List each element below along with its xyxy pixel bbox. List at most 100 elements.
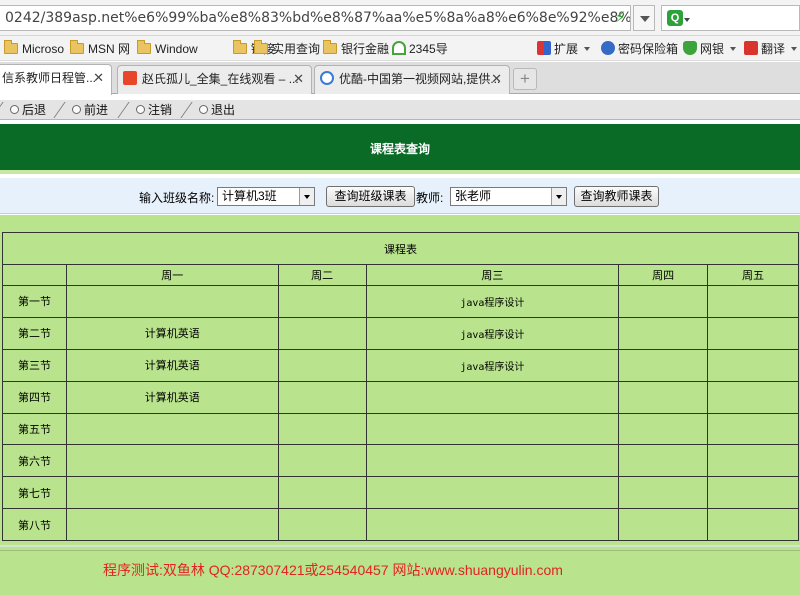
- close-icon[interactable]: ✕: [93, 65, 104, 91]
- translate-icon: [744, 41, 758, 55]
- schedule-cell: 计算机英语: [65, 316, 279, 350]
- bookmark-folder-msn[interactable]: MSN 网: [70, 40, 130, 58]
- schedule-cell: [618, 444, 709, 478]
- schedule-cell: [277, 508, 367, 542]
- schedule-cell: [707, 508, 799, 542]
- day-header: 周四: [618, 264, 709, 286]
- table-row: 第八节: [2, 508, 799, 542]
- footer-divider: [0, 545, 800, 551]
- tab-youku[interactable]: 优酷-中国第一视频网站,提供... ✕: [314, 65, 510, 94]
- search-box[interactable]: Q: [661, 5, 800, 31]
- online-banking-menu[interactable]: 网银: [683, 40, 737, 58]
- period-label: 第二节: [2, 316, 67, 350]
- schedule-cell: [65, 412, 279, 446]
- search-engine-icon[interactable]: Q: [667, 10, 683, 26]
- schedule-cell: [277, 348, 367, 382]
- schedule-cell: 计算机英语: [65, 380, 279, 414]
- schedule-cell: [65, 476, 279, 510]
- schedule-cell: [277, 412, 367, 446]
- close-icon[interactable]: ✕: [491, 66, 502, 92]
- house-icon: [392, 41, 406, 55]
- schedule-cell: [618, 476, 709, 510]
- exit-link[interactable]: 退出: [199, 102, 235, 118]
- table-row: 第三节 计算机英语 java程序设计: [2, 348, 799, 382]
- schedule-cell: [277, 444, 367, 478]
- period-label: 第八节: [2, 508, 67, 542]
- schedule-cell: [277, 380, 367, 414]
- table-row: 第七节: [2, 476, 799, 510]
- address-bar: 0242/389asp.net%e6%99%ba%e8%83%bd%e8%87%…: [0, 0, 800, 36]
- chevron-down-icon: [584, 47, 591, 51]
- schedule-cell: [65, 285, 279, 318]
- logout-link[interactable]: 注销: [136, 102, 172, 118]
- forward-link[interactable]: 前进: [72, 102, 108, 118]
- table-row: 第四节 计算机英语: [2, 380, 799, 414]
- schedule-cell: [618, 412, 709, 446]
- chevron-down-icon[interactable]: [551, 188, 566, 205]
- circle-icon: [10, 105, 19, 114]
- period-label: 第四节: [2, 380, 67, 414]
- schedule-cell: java程序设计: [365, 285, 620, 318]
- class-select[interactable]: 计算机3班: [217, 187, 315, 206]
- tab-video-soku[interactable]: 赵氏孤儿_全集_在线观看 – ... ✕: [117, 65, 312, 94]
- schedule-cell: [365, 476, 620, 510]
- page-nav-strip: 后退 前进 注销 退出: [0, 100, 800, 120]
- schedule-table: 课程表 周一 周二 周三 周四 周五 第一节 java程序设计 第二节 计算机英语 ja…: [2, 232, 799, 542]
- folder-icon: [254, 40, 268, 54]
- schedule-cell: [618, 380, 709, 414]
- back-link[interactable]: 后退: [10, 102, 46, 118]
- period-label: 第七节: [2, 476, 67, 510]
- close-icon[interactable]: ✕: [293, 66, 304, 92]
- footer-credits: 程序测试:双鱼林 QQ:287307421或254540457 网站:www.s…: [103, 562, 563, 578]
- bookmark-folder-banking[interactable]: 银行金融: [323, 40, 389, 58]
- schedule-cell: 计算机英语: [65, 348, 279, 382]
- shield-icon: [683, 41, 697, 55]
- chevron-down-icon: [730, 47, 737, 51]
- soku-favicon-icon: [123, 71, 137, 85]
- schedule-cell: [618, 348, 709, 382]
- bookmarks-bar: Microso MSN 网 Window 链接 实用查询 银行金融 2345导 …: [0, 36, 800, 61]
- query-class-schedule-button[interactable]: 查询班级课表: [326, 186, 415, 207]
- bookmark-2345[interactable]: 2345导: [392, 40, 448, 58]
- bookmark-folder-tools[interactable]: 实用查询: [254, 40, 320, 58]
- schedule-cell: [707, 348, 799, 382]
- schedule-cell: [65, 508, 279, 542]
- extensions-menu[interactable]: 扩展: [537, 40, 591, 58]
- tab-schedule-system[interactable]: 信系教师日程管... ✕: [0, 64, 112, 95]
- extensions-icon: [537, 41, 551, 55]
- folder-icon: [137, 40, 151, 54]
- tab-strip: 信系教师日程管... ✕ 赵氏孤儿_全集_在线观看 – ... ✕ 优酷-中国第…: [0, 62, 800, 95]
- corner-cell: [2, 264, 67, 286]
- teacher-select[interactable]: 张老师: [450, 187, 567, 206]
- schedule-cell: [365, 412, 620, 446]
- folder-icon: [70, 40, 84, 54]
- table-row: 第六节: [2, 444, 799, 478]
- schedule-cell: [707, 285, 799, 318]
- schedule-cell: [707, 476, 799, 510]
- url-input[interactable]: 0242/389asp.net%e6%99%ba%e8%83%bd%e8%87%…: [0, 5, 631, 31]
- translate-menu[interactable]: 翻译: [744, 40, 798, 58]
- schedule-cell: [707, 444, 799, 478]
- schedule-cell: [618, 508, 709, 542]
- query-teacher-schedule-button[interactable]: 查询教师课表: [574, 186, 659, 207]
- chevron-down-icon[interactable]: [299, 188, 314, 205]
- speed-mode-icon[interactable]: ⚡: [615, 9, 629, 27]
- folder-icon: [323, 40, 337, 54]
- schedule-cell: [618, 285, 709, 318]
- page-header: 课程表查询: [0, 124, 800, 174]
- search-engine-dropdown-icon[interactable]: [684, 18, 690, 22]
- circle-icon: [199, 105, 208, 114]
- day-header: 周二: [277, 264, 367, 286]
- folder-icon: [233, 40, 247, 54]
- password-vault-button[interactable]: 密码保险箱: [601, 40, 678, 58]
- bookmark-folder-microsoft[interactable]: Microso: [4, 40, 64, 58]
- schedule-cell: [707, 380, 799, 414]
- content-area: 课程表 周一 周二 周三 周四 周五 第一节 java程序设计 第二节 计算机英语 ja…: [0, 215, 800, 595]
- day-header: 周一: [65, 264, 279, 286]
- new-tab-button[interactable]: +: [513, 68, 537, 90]
- table-row: 第一节 java程序设计: [2, 285, 799, 318]
- bookmark-folder-windows[interactable]: Window: [137, 40, 198, 58]
- url-history-dropdown[interactable]: [633, 5, 655, 31]
- schedule-cell: [65, 444, 279, 478]
- query-bar: 输入班级名称: 计算机3班 查询班级课表 教师: 张老师 查询教师课表: [0, 178, 800, 214]
